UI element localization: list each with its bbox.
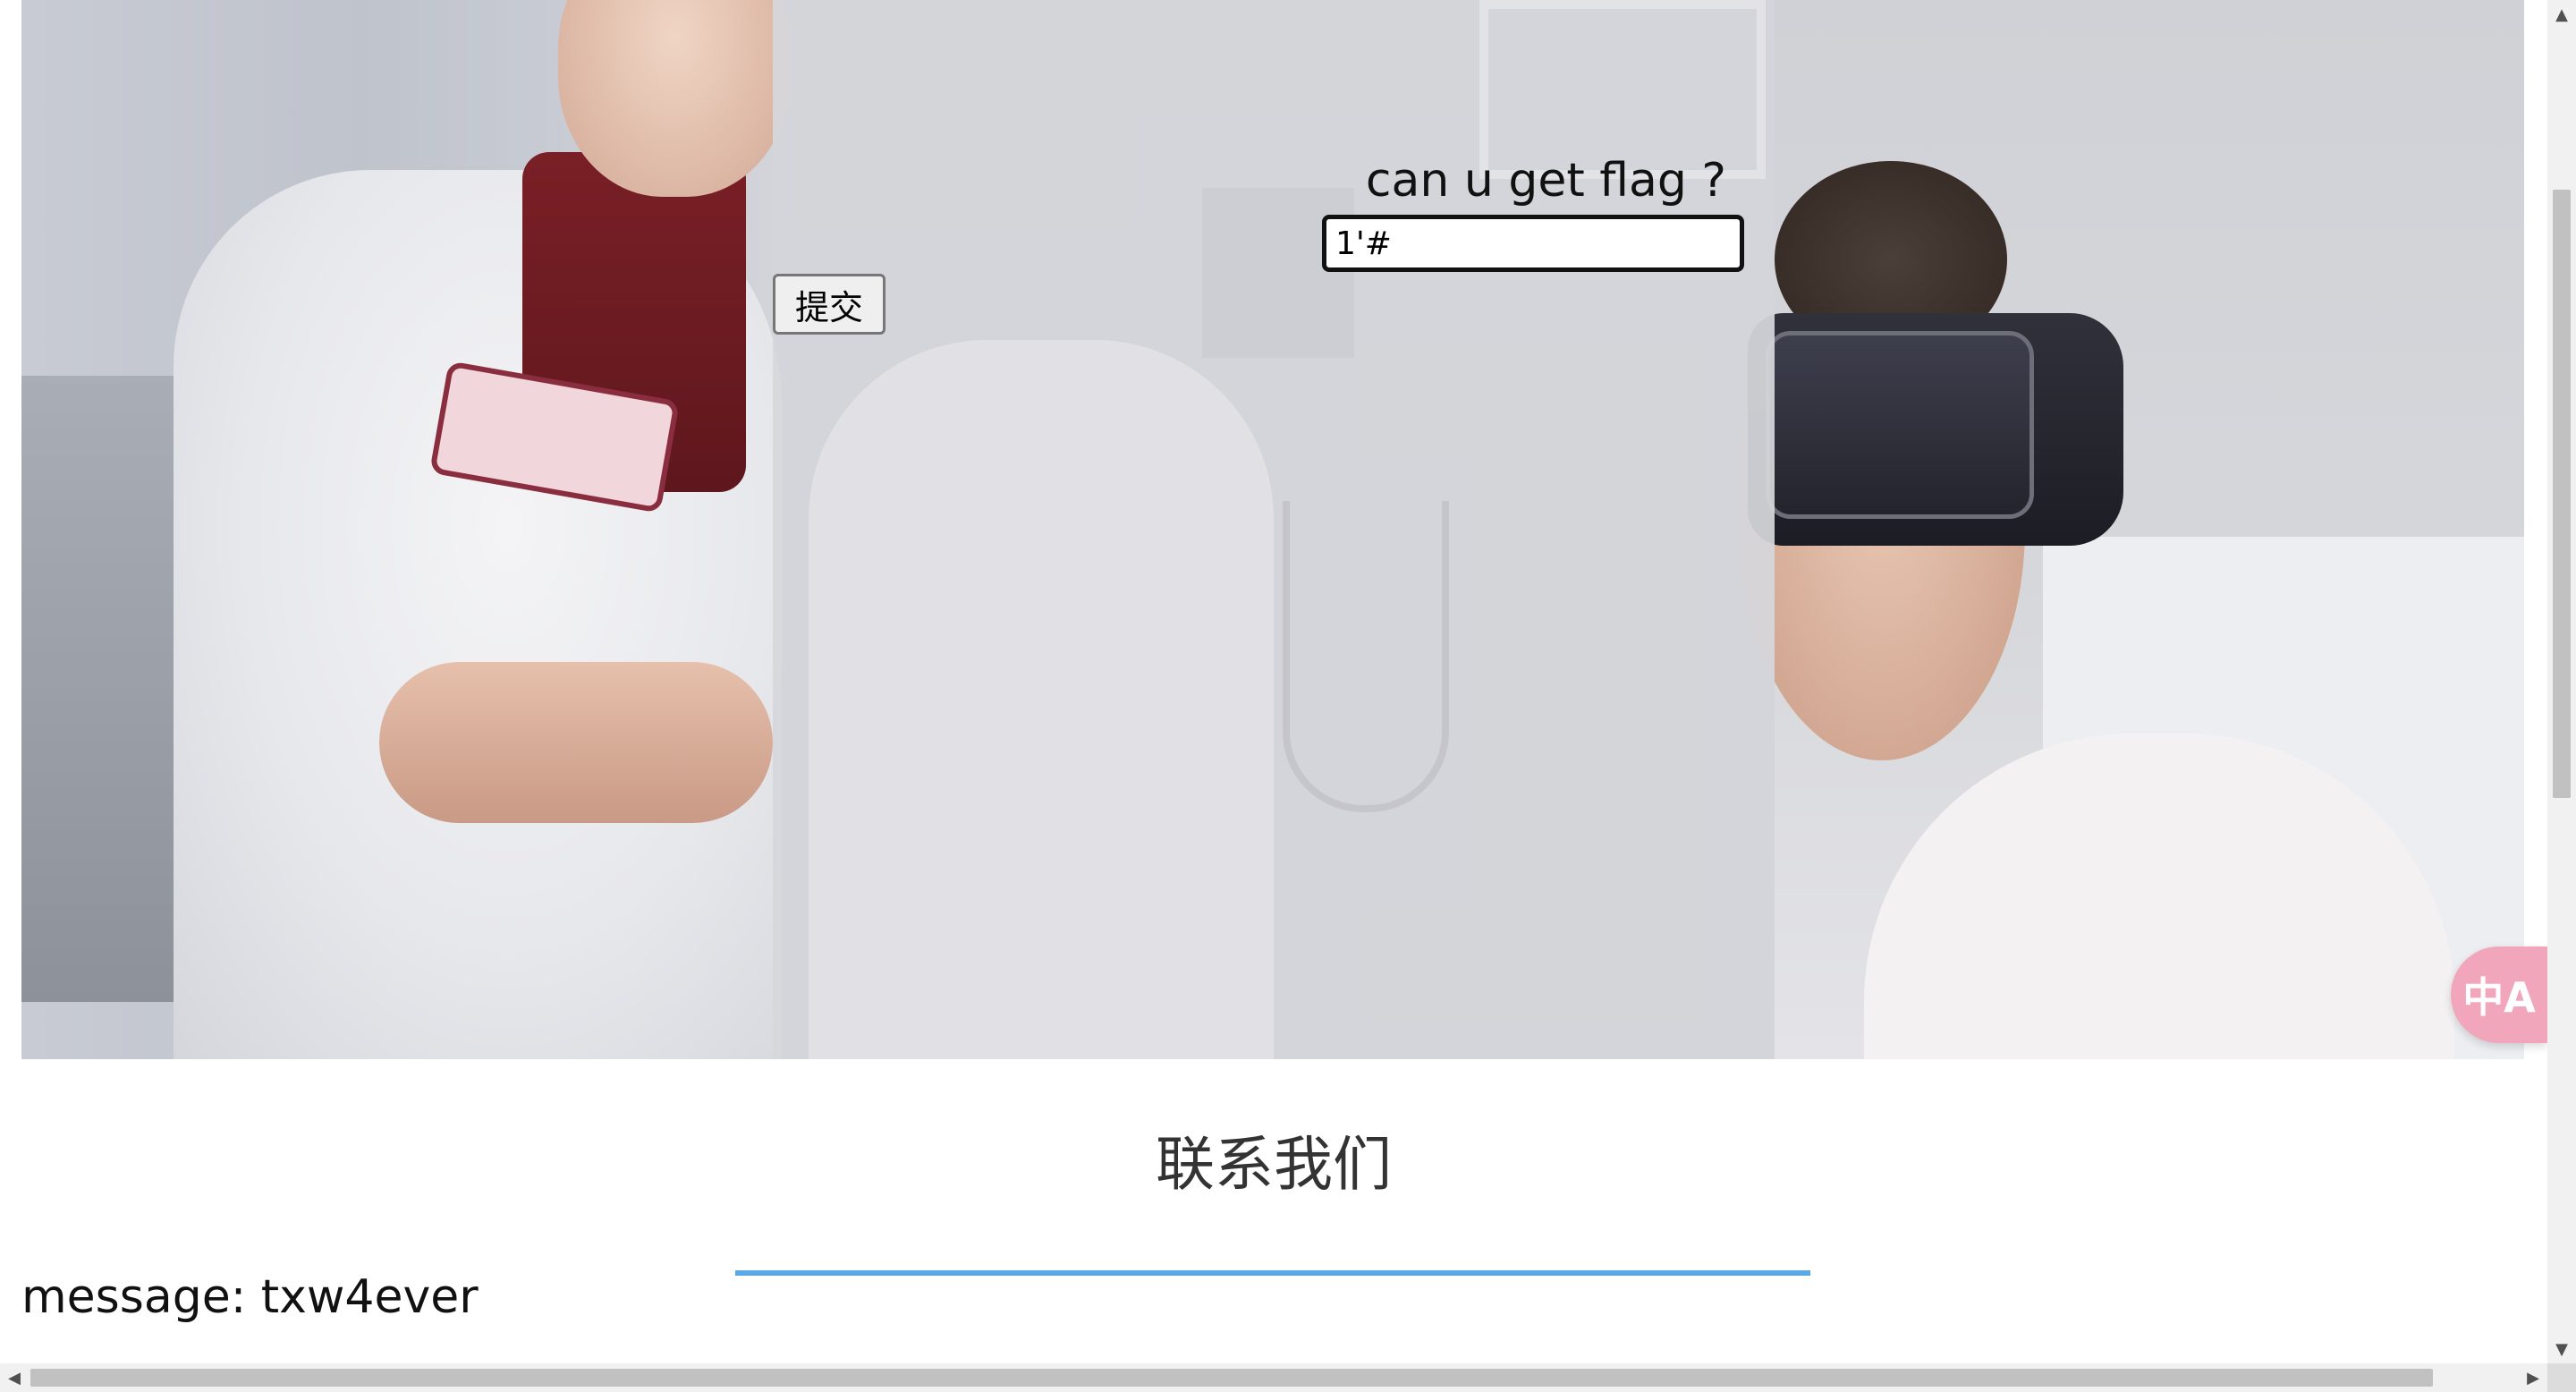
- doctor-photo: [21, 0, 791, 1059]
- scroll-right-arrow-icon[interactable]: ▶: [2519, 1363, 2547, 1392]
- scrollbar-corner: [2547, 1363, 2576, 1392]
- vertical-scrollbar[interactable]: ▲ ▼: [2547, 0, 2576, 1363]
- photo-vr-headset-front: [1766, 331, 2034, 519]
- contact-title: 联系我们: [1156, 1130, 1392, 1199]
- horizontal-scroll-thumb[interactable]: [30, 1369, 2433, 1387]
- submit-button[interactable]: 提交: [773, 274, 886, 335]
- flag-prompt-label: can u get flag ?: [1365, 154, 1726, 208]
- vertical-scroll-thumb[interactable]: [2553, 190, 2571, 798]
- translate-button[interactable]: 中A: [2451, 946, 2547, 1043]
- overlay-ghost-panel: [1202, 188, 1354, 358]
- horizontal-scrollbar[interactable]: ◀ ▶: [0, 1363, 2547, 1392]
- scroll-left-arrow-icon[interactable]: ◀: [0, 1363, 29, 1392]
- overlay-ghost-figure: [809, 340, 1274, 1059]
- overlay-ghost-frame: [1479, 0, 1766, 179]
- translate-icon: 中A: [2462, 973, 2536, 1022]
- message-text: message: txw4ever: [21, 1270, 479, 1324]
- vr-headset-photo: [1739, 0, 2524, 1059]
- scroll-down-arrow-icon[interactable]: ▼: [2547, 1335, 2576, 1363]
- overlay-ghost-cord: [1283, 501, 1449, 812]
- flag-input[interactable]: [1322, 215, 1744, 272]
- scroll-up-arrow-icon[interactable]: ▲: [2547, 0, 2576, 29]
- photo-arm: [379, 662, 773, 823]
- contact-title-underline: [735, 1270, 1810, 1276]
- page-viewport: can u get flag ? 提交 中A 联系我们 message: txw…: [0, 0, 2547, 1363]
